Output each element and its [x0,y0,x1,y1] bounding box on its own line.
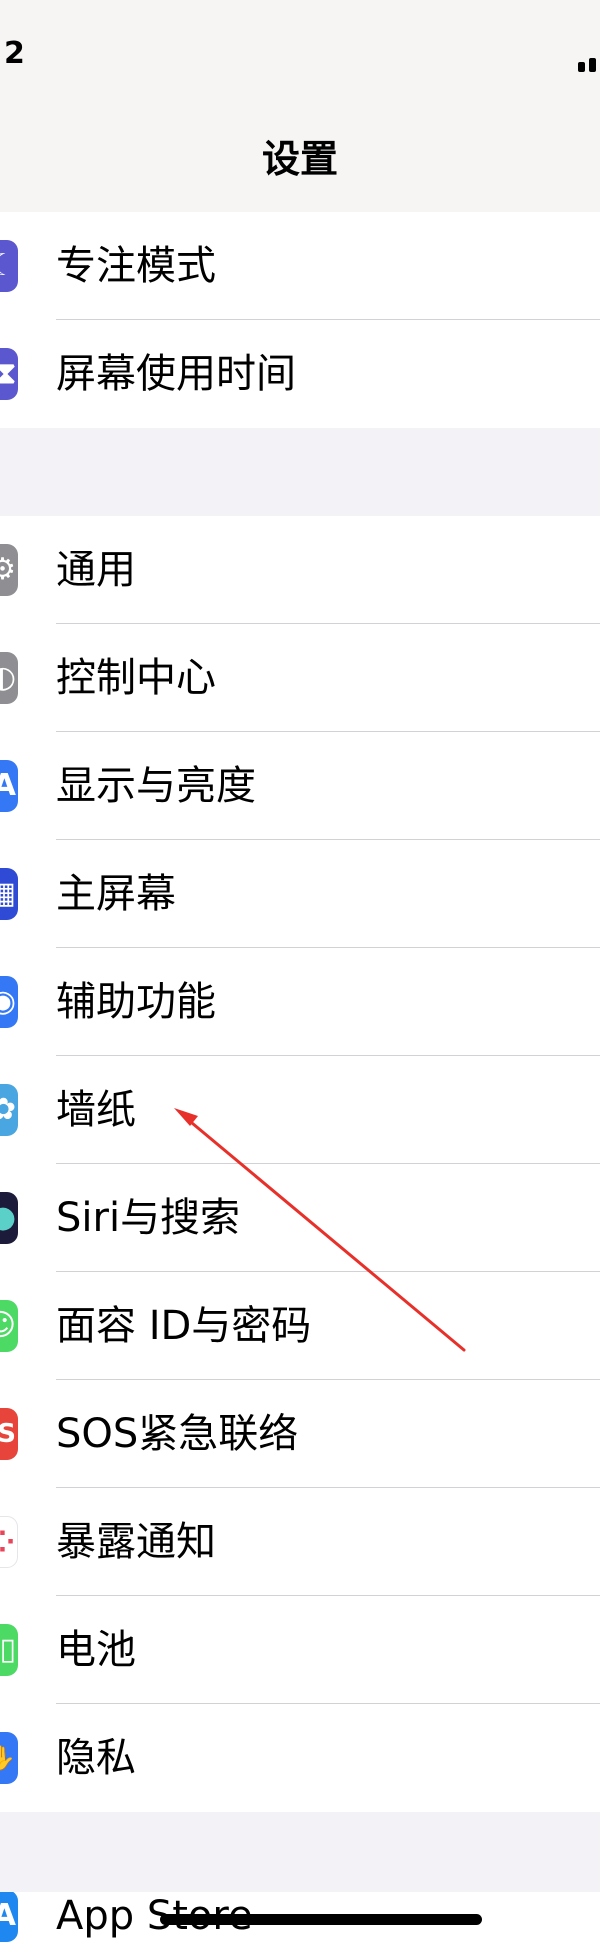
home-screen-icon: ▦ [0,868,18,920]
settings-row-label: 专注模式 [56,243,216,289]
settings-row-face-id-passcode[interactable]: ☺ 面容 ID与密码 [0,1272,600,1380]
toggles-icon: ◐ [0,652,18,704]
settings-row-accessibility[interactable]: ◉ 辅助功能 [0,948,600,1056]
settings-group-general: ⚙ 通用 ◐ 控制中心 A 显示与亮度 ▦ 主屏幕 ◉ 辅助功能 ✿ 墙纸 ● … [0,516,600,1812]
settings-row-emergency-sos[interactable]: S SOS紧急联络 [0,1380,600,1488]
settings-row-privacy[interactable]: ✋ 隐私 [0,1704,600,1812]
face-id-icon: ☺ [0,1300,18,1352]
settings-row-control-center[interactable]: ◐ 控制中心 [0,624,600,732]
home-indicator [160,1914,482,1925]
settings-row-label: 控制中心 [56,655,216,701]
settings-group-focus: ☾ 专注模式 ⧗ 屏幕使用时间 [0,212,600,428]
settings-row-battery[interactable]: ▯ 电池 [0,1596,600,1704]
settings-row-label: 电池 [56,1627,136,1673]
settings-row-wallpaper[interactable]: ✿ 墙纸 [0,1056,600,1164]
text-size-icon: A [0,760,18,812]
settings-row-screen-time[interactable]: ⧗ 屏幕使用时间 [0,320,600,428]
siri-icon: ● [0,1192,18,1244]
settings-row-label: 通用 [56,547,136,593]
settings-row-label: 隐私 [56,1735,136,1781]
settings-row-focus[interactable]: ☾ 专注模式 [0,212,600,320]
sos-icon: S [0,1408,18,1460]
battery-icon: ▯ [0,1624,18,1676]
settings-row-label: 屏幕使用时间 [56,351,296,397]
exposure-icon: ⁘ [0,1516,18,1568]
app-store-icon: A [0,1892,18,1942]
settings-row-exposure-notifications[interactable]: ⁘ 暴露通知 [0,1488,600,1596]
settings-row-label: SOS紧急联络 [56,1411,299,1457]
settings-row-home-screen[interactable]: ▦ 主屏幕 [0,840,600,948]
flower-icon: ✿ [0,1084,18,1136]
hourglass-icon: ⧗ [0,348,18,400]
settings-row-label: 暴露通知 [56,1519,216,1565]
accessibility-icon: ◉ [0,976,18,1028]
settings-row-label: Siri与搜索 [56,1195,241,1241]
signal-strength-icon [578,52,600,72]
page-title: 设置 [261,137,338,181]
settings-row-label: 辅助功能 [56,979,216,1025]
settings-row-label: 墙纸 [56,1087,136,1133]
settings-row-label: 面容 ID与密码 [56,1303,312,1349]
settings-row-label: 主屏幕 [56,871,176,917]
gear-icon: ⚙ [0,544,18,596]
settings-row-siri-search[interactable]: ● Siri与搜索 [0,1164,600,1272]
settings-row-label: 显示与亮度 [56,763,256,809]
settings-row-display-brightness[interactable]: A 显示与亮度 [0,732,600,840]
navigation-bar: 设置 [0,110,600,213]
status-time: 2 [4,36,25,71]
settings-row-general[interactable]: ⚙ 通用 [0,516,600,624]
status-bar: 2 [0,0,600,110]
moon-icon: ☾ [0,240,18,292]
hand-icon: ✋ [0,1732,18,1784]
